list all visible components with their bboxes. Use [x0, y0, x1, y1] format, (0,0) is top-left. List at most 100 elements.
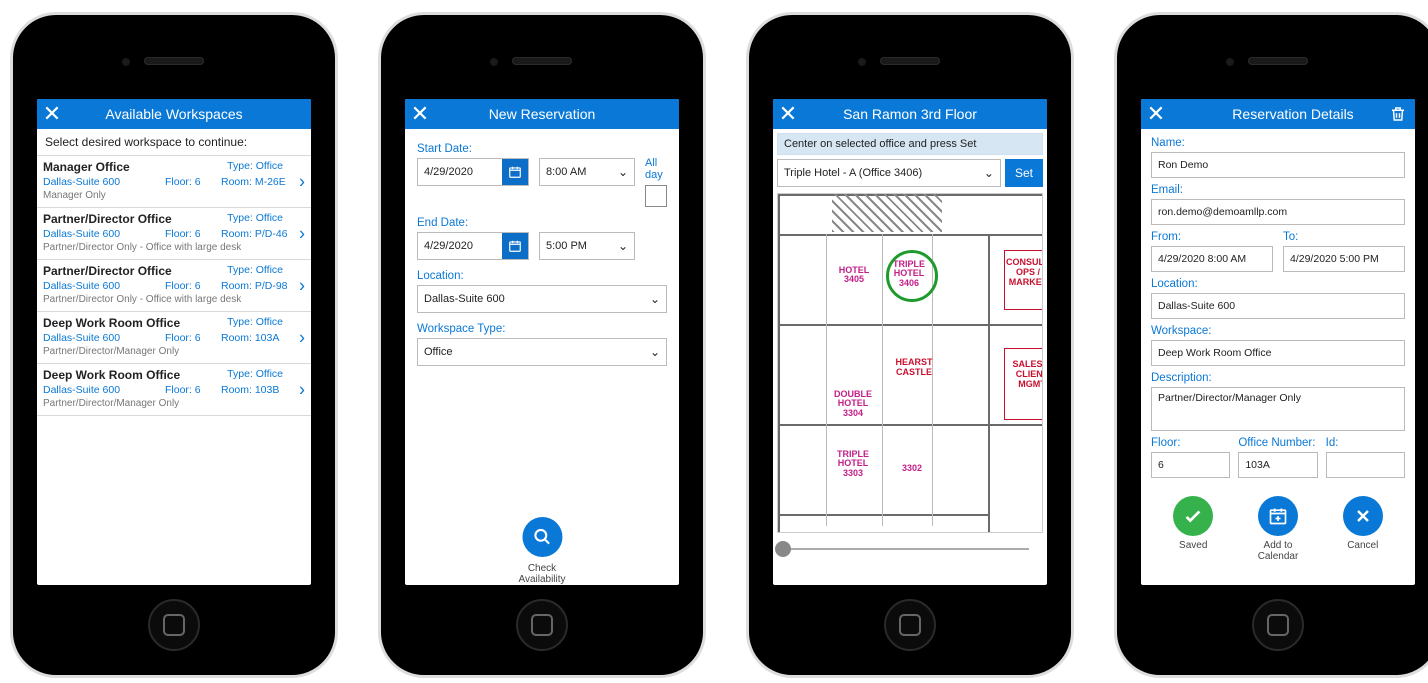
workspace-item-4[interactable]: Deep Work Room Office Type: Office Dalla…	[37, 364, 311, 416]
description-label: Description:	[1151, 372, 1405, 384]
selection-marker	[886, 250, 938, 302]
screen3-header: ✕ San Ramon 3rd Floor	[773, 99, 1047, 129]
map-label-hotel3405: HOTEL3405	[836, 266, 872, 285]
workspace-item-2[interactable]: Partner/Director Office Type: Office Dal…	[37, 260, 311, 312]
home-button[interactable]	[1252, 599, 1304, 651]
saved-button[interactable]	[1173, 496, 1213, 536]
check-availability-button[interactable]	[522, 517, 562, 557]
workspace-meta: Partner/Director Only - Office with larg…	[43, 242, 305, 253]
office-select[interactable]: Triple Hotel - A (Office 3406) ⌄	[777, 159, 1001, 187]
name-label: Name:	[1151, 137, 1405, 149]
workspace-meta: Partner/Director/Manager Only	[43, 346, 305, 357]
workspace-item-3[interactable]: Deep Work Room Office Type: Office Dalla…	[37, 312, 311, 364]
screen1-header: ✕ Available Workspaces	[37, 99, 311, 129]
workspace-floor: Floor: 6	[165, 280, 213, 292]
office-number-input[interactable]: 103A	[1238, 452, 1317, 478]
chevron-down-icon: ⌄	[618, 165, 628, 179]
to-input[interactable]: 4/29/2020 5:00 PM	[1283, 246, 1405, 272]
workspace-meta: Manager Only	[43, 190, 305, 201]
workspace-room: Room: P/D-98	[221, 280, 305, 292]
chevron-down-icon: ⌄	[984, 166, 994, 180]
floor-input[interactable]: 6	[1151, 452, 1230, 478]
check-availability-label: Check Availability	[518, 563, 565, 585]
description-input[interactable]: Partner/Director/Manager Only	[1151, 387, 1405, 431]
allday-checkbox[interactable]	[645, 185, 667, 207]
calendar-icon[interactable]	[502, 159, 528, 185]
email-input[interactable]: ron.demo@demoamllp.com	[1151, 199, 1405, 225]
workspace-floor: Floor: 6	[165, 228, 213, 240]
chevron-down-icon: ⌄	[650, 345, 660, 359]
close-icon[interactable]: ✕	[37, 99, 67, 129]
map-label-hearst: HEARST CASTLE	[886, 358, 942, 378]
floor-label: Floor:	[1151, 437, 1230, 449]
instruction-text: Select desired workspace to continue:	[37, 129, 311, 156]
from-input[interactable]: 4/29/2020 8:00 AM	[1151, 246, 1273, 272]
screen2-header: ✕ New Reservation	[405, 99, 679, 129]
location-select[interactable]: Dallas-Suite 600 ⌄	[417, 285, 667, 313]
workspace-location: Dallas-Suite 600	[43, 332, 157, 344]
location-label: Location:	[417, 270, 667, 282]
workspace-type: Type: Office	[227, 264, 283, 276]
workspace-type-label: Workspace Type:	[417, 323, 667, 335]
chevron-right-icon: ›	[299, 171, 305, 192]
floorplan-map[interactable]: CONSULTING OPS / MARKET SALES & CLIENT M…	[777, 193, 1043, 533]
cancel-label: Cancel	[1343, 540, 1383, 551]
workspace-room: Room: P/D-46	[221, 228, 305, 240]
chevron-right-icon: ›	[299, 327, 305, 348]
add-calendar-label: Add to Calendar	[1258, 540, 1299, 562]
map-hint: Center on selected office and press Set	[777, 133, 1043, 155]
workspace-type: Type: Office	[227, 212, 283, 224]
zoom-slider[interactable]	[783, 541, 1037, 557]
workspace-room: Room: 103A	[221, 332, 305, 344]
office-number-label: Office Number:	[1238, 437, 1317, 449]
workspace-type-select[interactable]: Office ⌄	[417, 338, 667, 366]
chevron-right-icon: ›	[299, 379, 305, 400]
workspace-input[interactable]: Deep Work Room Office	[1151, 340, 1405, 366]
to-label: To:	[1283, 231, 1405, 243]
workspace-item-0[interactable]: Manager Office Type: Office Dallas-Suite…	[37, 156, 311, 208]
set-button[interactable]: Set	[1005, 159, 1043, 187]
home-button[interactable]	[516, 599, 568, 651]
chevron-right-icon: ›	[299, 223, 305, 244]
name-input[interactable]: Ron Demo	[1151, 152, 1405, 178]
home-button[interactable]	[148, 599, 200, 651]
workspace-meta: Partner/Director/Manager Only	[43, 398, 305, 409]
start-time-select[interactable]: 8:00 AM ⌄	[539, 158, 635, 186]
workspace-label: Workspace:	[1151, 325, 1405, 337]
add-calendar-button[interactable]	[1258, 496, 1298, 536]
trash-icon[interactable]	[1385, 101, 1411, 127]
calendar-icon[interactable]	[502, 233, 528, 259]
screen1-title: Available Workspaces	[67, 106, 311, 122]
workspace-item-1[interactable]: Partner/Director Office Type: Office Dal…	[37, 208, 311, 260]
map-label-3302: 3302	[894, 464, 930, 473]
end-time-select[interactable]: 5:00 PM ⌄	[539, 232, 635, 260]
location-input[interactable]: Dallas-Suite 600	[1151, 293, 1405, 319]
workspace-location: Dallas-Suite 600	[43, 228, 157, 240]
map-label-sales: SALES & CLIENT MGMT	[1006, 360, 1043, 390]
screen4-header: ✕ Reservation Details	[1141, 99, 1415, 129]
id-input[interactable]	[1326, 452, 1405, 478]
close-icon[interactable]: ✕	[1141, 99, 1171, 129]
close-icon[interactable]: ✕	[773, 99, 803, 129]
workspace-location: Dallas-Suite 600	[43, 176, 157, 188]
workspace-type: Type: Office	[227, 160, 283, 172]
map-label-double3304: DOUBLE HOTEL3304	[830, 390, 876, 418]
start-date-label: Start Date:	[417, 143, 635, 155]
screen3-title: San Ramon 3rd Floor	[803, 106, 1047, 122]
end-date-label: End Date:	[417, 217, 667, 229]
home-button[interactable]	[884, 599, 936, 651]
location-label: Location:	[1151, 278, 1405, 290]
end-date-input[interactable]: 4/29/2020	[417, 232, 529, 260]
screen4-title: Reservation Details	[1171, 106, 1415, 122]
workspace-floor: Floor: 6	[165, 332, 213, 344]
screen2-title: New Reservation	[435, 106, 679, 122]
start-date-input[interactable]: 4/29/2020	[417, 158, 529, 186]
chevron-down-icon: ⌄	[650, 292, 660, 306]
id-label: Id:	[1326, 437, 1405, 449]
close-icon[interactable]: ✕	[405, 99, 435, 129]
workspace-location: Dallas-Suite 600	[43, 384, 157, 396]
cancel-button[interactable]	[1343, 496, 1383, 536]
workspace-type: Type: Office	[227, 316, 283, 328]
map-label-triple3303: TRIPLE HOTEL3303	[830, 450, 876, 478]
workspace-location: Dallas-Suite 600	[43, 280, 157, 292]
